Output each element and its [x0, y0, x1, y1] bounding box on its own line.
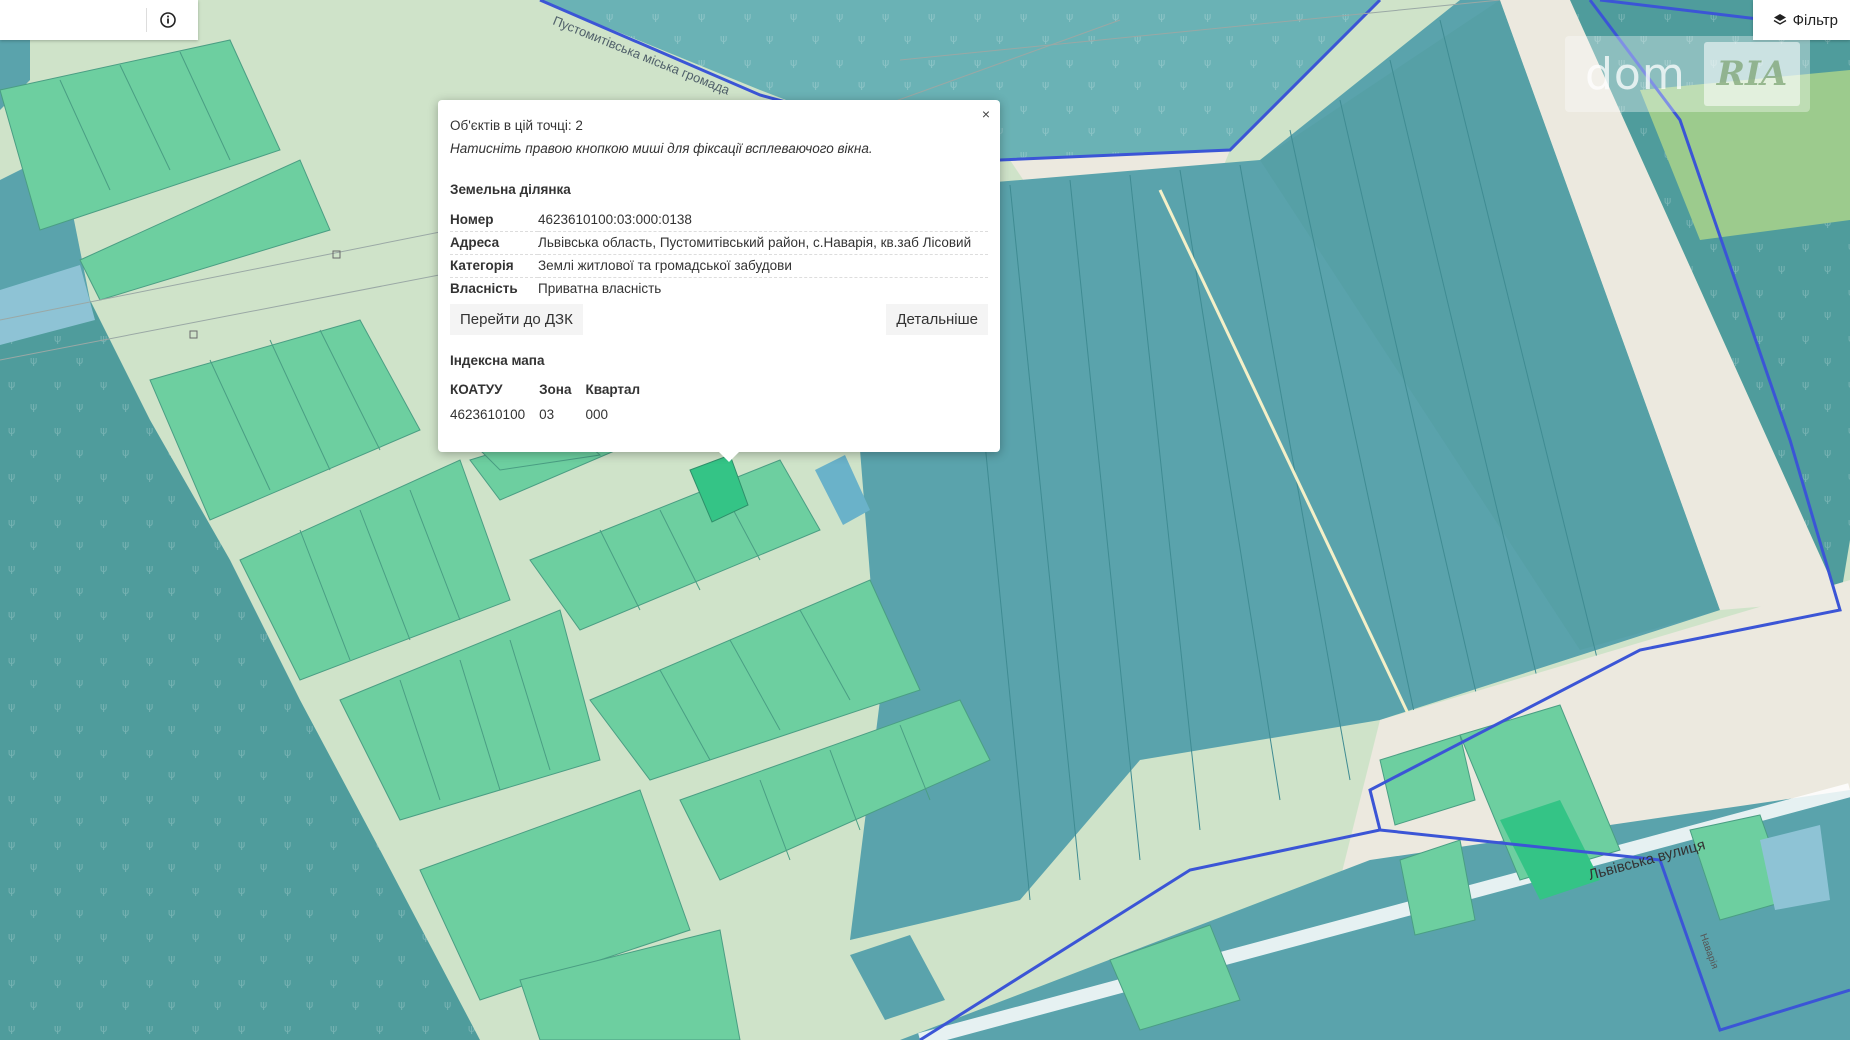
attr-key: Адреса	[450, 231, 538, 255]
dom-ria-watermark: dom RIA	[1565, 36, 1810, 112]
goto-dzk-button[interactable]: Перейти до ДЗК	[450, 304, 583, 335]
info-icon[interactable]	[158, 10, 178, 30]
index-header-row: КОАТУУ Зона Квартал	[450, 382, 654, 407]
attr-value-category: Землі житлової та громадської забудови	[538, 254, 988, 278]
index-header: КОАТУУ	[450, 382, 503, 397]
attr-value-address: Львівська область, Пустомитівський район…	[538, 231, 988, 255]
ria-logo: RIA	[1704, 42, 1800, 106]
attr-row-address: Адреса Львівська область, Пустомитівськи…	[450, 231, 988, 255]
attr-key: Номер	[450, 209, 538, 232]
index-header: Квартал	[585, 382, 641, 397]
parcel-attributes: Номер 4623610100:03:000:0138 Адреса Льві…	[450, 209, 988, 300]
close-icon[interactable]: ×	[978, 104, 994, 124]
popup-hint: Натисніть правою кнопкою миші для фіксац…	[450, 141, 873, 156]
index-map-title: Індексна мапа	[450, 353, 545, 368]
popup-pointer	[718, 451, 740, 462]
filter-label: Фільтр	[1792, 11, 1838, 29]
map-control-box	[0, 0, 198, 40]
details-button[interactable]: Детальніше	[886, 304, 988, 335]
attr-value-cadnum: 4623610100:03:000:0138	[538, 209, 988, 232]
objects-count: Об'єктів в цій точці: 2	[450, 118, 583, 133]
parcel-popup: × Об'єктів в цій точці: 2 Натисніть прав…	[438, 100, 1000, 462]
popup-actions: Перейти до ДЗК Детальніше	[450, 304, 988, 335]
attr-row-category: Категорія Землі житлової та громадської …	[450, 254, 988, 278]
attr-key: Власність	[450, 281, 518, 296]
attr-key: Категорія	[450, 254, 538, 278]
layers-icon	[1773, 14, 1786, 25]
attr-row-number: Номер 4623610100:03:000:0138	[450, 209, 988, 232]
divider	[146, 8, 147, 32]
index-map-table: КОАТУУ Зона Квартал 4623610100 03 000	[450, 382, 654, 422]
index-value-zone: 03	[539, 407, 555, 422]
attr-row-ownership: Власність Приватна власність	[450, 278, 988, 301]
filter-button[interactable]: Фільтр	[1752, 0, 1850, 40]
index-header: Зона	[539, 382, 572, 397]
index-value-quarter: 000	[585, 407, 608, 422]
attr-value-ownership: Приватна власність	[538, 281, 662, 296]
index-value-row: 4623610100 03 000	[450, 407, 654, 422]
parcel-title: Земельна ділянка	[450, 182, 571, 197]
index-value-koatuu: 4623610100	[450, 407, 526, 422]
watermark-text: dom	[1585, 48, 1686, 100]
